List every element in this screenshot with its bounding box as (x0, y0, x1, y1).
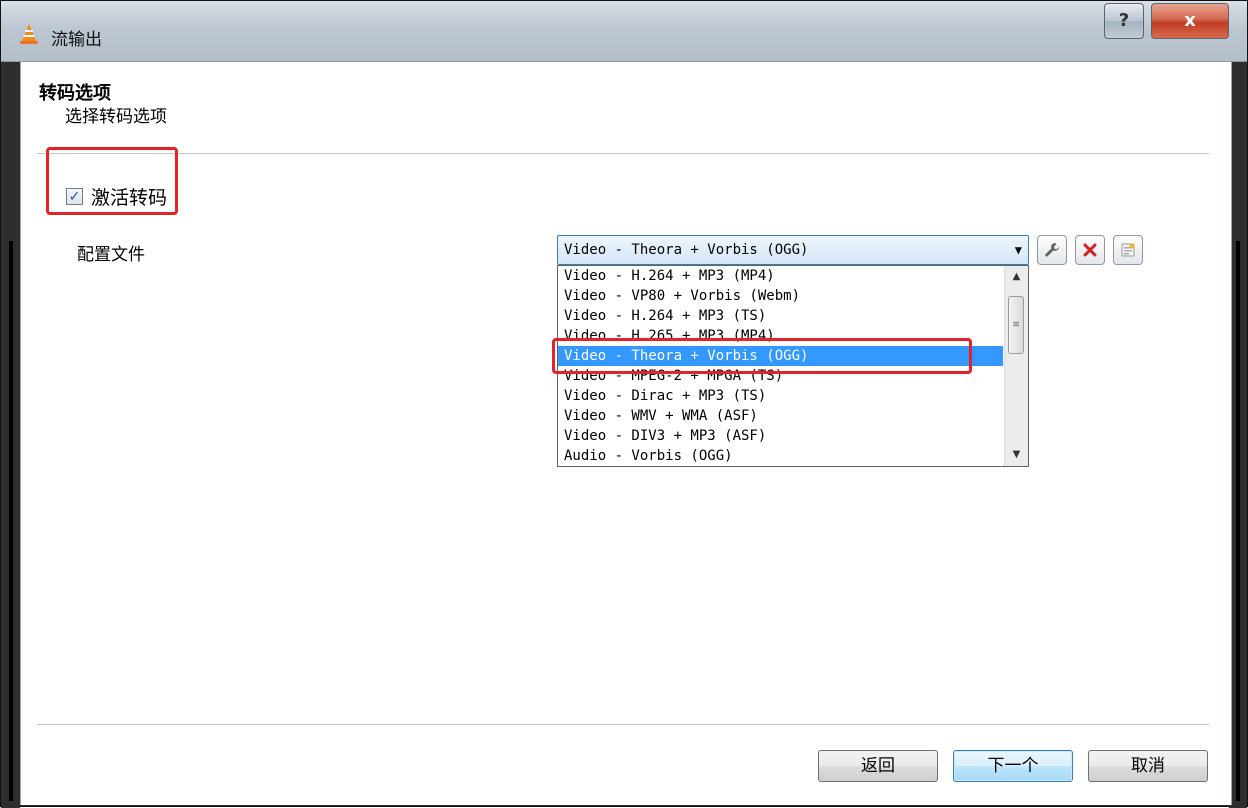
page-subtitle: 选择转码选项 (65, 107, 167, 127)
close-button[interactable]: x (1151, 3, 1229, 39)
help-button[interactable]: ? (1104, 3, 1144, 39)
profile-option-selected[interactable]: Video - Theora + Vorbis (OGG) (558, 346, 1003, 366)
window-title: 流输出 (51, 30, 102, 50)
next-button[interactable]: 下一个 (953, 750, 1073, 782)
new-profile-icon (1121, 243, 1135, 257)
scroll-down-icon[interactable]: ▼ (1005, 446, 1028, 464)
activate-transcode-checkbox[interactable]: ✓ (66, 188, 83, 205)
profile-option[interactable]: Video - DIV3 + MP3 (ASF) (558, 426, 1003, 446)
edit-profile-button[interactable] (1037, 235, 1067, 265)
scroll-up-icon[interactable]: ▲ (1005, 268, 1028, 286)
divider-top (37, 153, 1209, 155)
profile-select[interactable]: Video - Theora + Vorbis (OGG) ▼ (557, 235, 1029, 265)
wrench-icon (1045, 243, 1059, 257)
activate-transcode-label[interactable]: 激活转码 (91, 183, 167, 210)
profile-option[interactable]: Video - H.265 + MP3 (MP4) (558, 326, 1003, 346)
delete-x-icon (1083, 243, 1097, 257)
title-bar[interactable]: 流输出 ? x (1, 1, 1247, 62)
wizard-content: 转码选项 选择转码选项 ✓ 激活转码 配置文件 Video - Theora +… (20, 62, 1232, 805)
profile-option[interactable]: Video - WMV + WMA (ASF) (558, 406, 1003, 426)
back-button[interactable]: 返回 (818, 750, 938, 782)
profile-option[interactable]: Video - MPEG-2 + MPGA (TS) (558, 366, 1003, 386)
cancel-button[interactable]: 取消 (1088, 750, 1208, 782)
profile-option[interactable]: Video - H.264 + MP3 (TS) (558, 306, 1003, 326)
profile-option[interactable]: Video - VP80 + Vorbis (Webm) (558, 286, 1003, 306)
profile-option[interactable]: Audio - Vorbis (OGG) (558, 446, 1003, 466)
delete-profile-button[interactable] (1075, 235, 1105, 265)
profile-label: 配置文件 (77, 245, 145, 265)
profile-option[interactable]: Video - Dirac + MP3 (TS) (558, 386, 1003, 406)
dropdown-scrollbar[interactable]: ▲ ≡ ▼ (1004, 266, 1028, 466)
left-edge (1, 61, 20, 808)
activate-transcode-row[interactable]: ✓ 激活转码 (66, 183, 167, 210)
scroll-thumb[interactable]: ≡ (1008, 296, 1024, 354)
chevron-down-icon[interactable]: ▼ (1015, 236, 1022, 264)
new-profile-button[interactable] (1113, 235, 1143, 265)
profile-option[interactable]: Video - H.264 + MP3 (MP4) (558, 266, 1003, 286)
profile-options: Video - H.264 + MP3 (MP4) Video - VP80 +… (558, 266, 1003, 466)
stream-output-window: 流输出 ? x 转码选项 选择转码选项 ✓ 激活转码 配置文件 Video - … (0, 0, 1248, 808)
divider-bottom (37, 724, 1209, 726)
vlc-cone-icon (20, 24, 38, 44)
profile-select-value: Video - Theora + Vorbis (OGG) (564, 242, 809, 258)
profile-dropdown-list[interactable]: Video - H.264 + MP3 (MP4) Video - VP80 +… (557, 265, 1029, 467)
